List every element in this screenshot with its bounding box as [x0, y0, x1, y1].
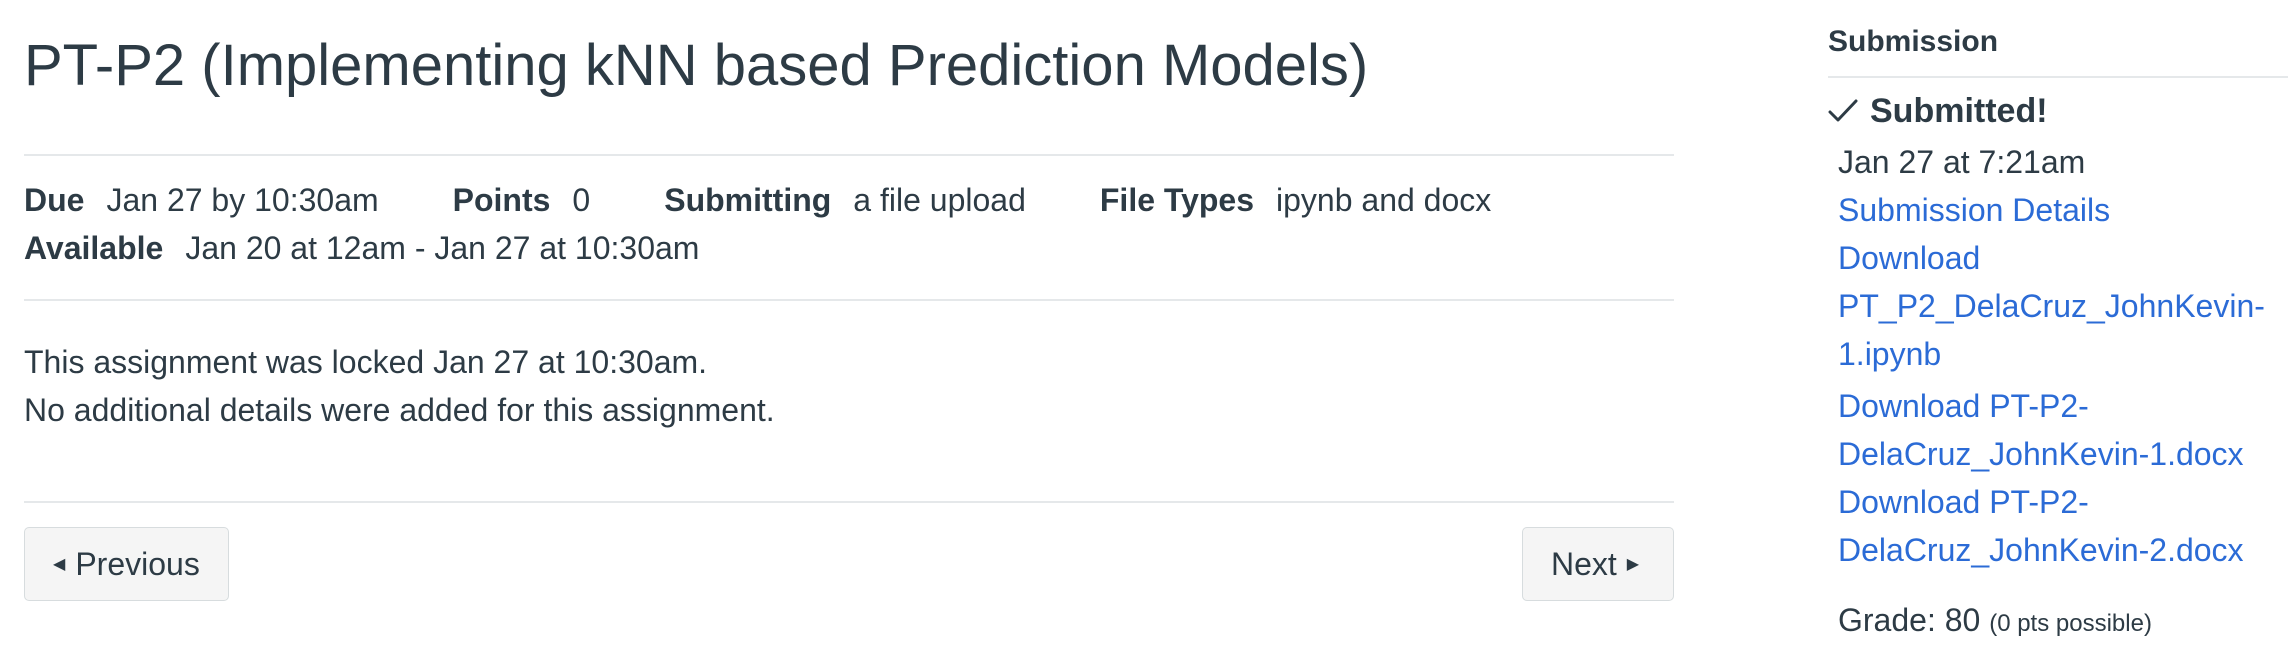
next-button[interactable]: Next ▶: [1522, 527, 1674, 601]
download-ipynb-link[interactable]: Download: [1838, 236, 1980, 280]
locked-message: This assignment was locked Jan 27 at 10:…: [24, 344, 708, 380]
download-docx-1-link[interactable]: Download PT-P2-: [1838, 384, 2089, 428]
assignment-details-row-1: Due Jan 27 by 10:30am Points 0 Submitting a f…: [24, 178, 1491, 222]
points-value: 0: [572, 182, 591, 218]
available-label: Available: [24, 230, 164, 266]
submitting-label: Submitting: [664, 182, 832, 218]
checkmark-icon: [1828, 99, 1858, 122]
download-ipynb-line3-wrap: 1.ipynb: [1838, 332, 1941, 376]
download-docx-1-line2[interactable]: DelaCruz_JohnKevin-1.docx: [1838, 436, 2244, 472]
file-types-label: File Types: [1099, 182, 1254, 218]
file-types-value: ipynb and docx: [1276, 182, 1492, 218]
divider-top: [24, 154, 1674, 156]
divider-bottom: [24, 501, 1674, 503]
download-docx-2-line1[interactable]: Download PT-P2-: [1838, 484, 2089, 520]
download-ipynb-line2-wrap: PT_P2_DelaCruz_JohnKevin-: [1838, 284, 2265, 328]
sidebar-divider: [1828, 76, 2288, 78]
previous-button-label: Previous: [75, 545, 200, 582]
due-label: Due: [24, 182, 85, 218]
previous-button[interactable]: ◀ Previous: [24, 527, 229, 601]
submitting-value: a file upload: [853, 182, 1026, 218]
download-docx-2-line2[interactable]: DelaCruz_JohnKevin-2.docx: [1838, 532, 2244, 568]
grade: Grade: 80 (0 pts possible): [1838, 598, 2152, 646]
download-ipynb-line2[interactable]: PT_P2_DelaCruz_JohnKevin-: [1838, 288, 2265, 324]
download-docx-1-line2-wrap: DelaCruz_JohnKevin-1.docx: [1838, 432, 2244, 476]
assignment-details-row-2: Available Jan 20 at 12am - Jan 27 at 10:3…: [24, 226, 699, 270]
due-value: Jan 27 by 10:30am: [106, 182, 379, 218]
available-value: Jan 20 at 12am - Jan 27 at 10:30am: [185, 230, 700, 266]
submission-status-text: Submitted!: [1870, 92, 2048, 130]
caret-left-icon: ◀: [53, 556, 66, 573]
page-title: PT-P2 (Implementing kNN based Prediction…: [24, 33, 1369, 98]
caret-right-icon: ▶: [1626, 556, 1640, 573]
download-ipynb-line1[interactable]: Download: [1838, 240, 1980, 276]
grade-note: (0 pts possible): [1989, 610, 2152, 637]
submission-details-link[interactable]: Submission Details: [1838, 188, 2110, 232]
submission-details-link-text[interactable]: Submission Details: [1838, 192, 2110, 228]
submitted-at: Jan 27 at 7:21am: [1838, 144, 2086, 180]
grade-label: Grade: 80: [1838, 602, 1981, 638]
submission-heading: Submission: [1828, 25, 1999, 58]
divider-middle: [24, 299, 1674, 301]
submission-status: Submitted!: [1828, 88, 2048, 134]
download-docx-1-line1[interactable]: Download PT-P2-: [1838, 388, 2089, 424]
download-ipynb-line3[interactable]: 1.ipynb: [1838, 336, 1941, 372]
download-docx-2-link[interactable]: Download PT-P2-: [1838, 480, 2089, 524]
next-button-label: Next: [1551, 545, 1617, 582]
points-label: Points: [452, 182, 551, 218]
download-docx-2-line2-wrap: DelaCruz_JohnKevin-2.docx: [1838, 528, 2244, 572]
no-details-message: No additional details were added for thi…: [24, 392, 775, 428]
